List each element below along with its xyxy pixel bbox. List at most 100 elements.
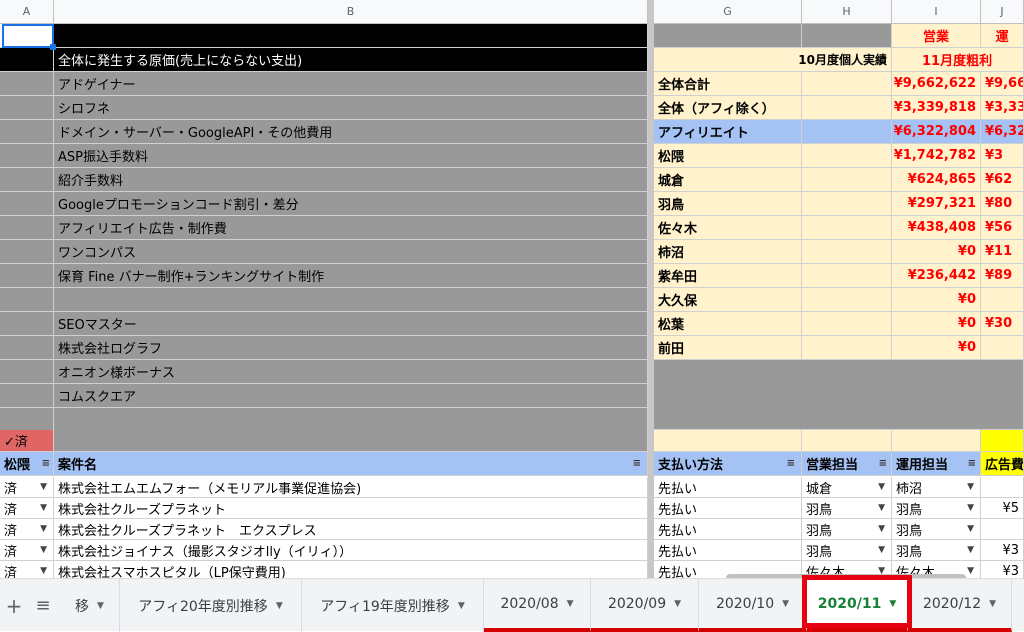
cost-item-cell[interactable]: 全体に発生する原価(売上にならない支出) [54,48,648,72]
status-dropdown[interactable]: 済 ▼ [0,540,54,561]
project-name-cell[interactable]: 株式会社スマホスピタル（LP保守費用) [54,561,648,578]
summary-value[interactable]: ¥0 [892,312,981,336]
chevron-down-icon[interactable]: ▼ [40,566,47,576]
row-cell-a[interactable] [0,48,54,72]
chevron-down-icon[interactable]: ▼ [967,503,974,513]
sheet-tab[interactable]: 2020/12 ▼ [908,579,1012,632]
summary-value[interactable]: ¥624,865 [892,168,981,192]
cost-item-cell[interactable]: オニオン様ボーナス [54,360,648,384]
column-header-a[interactable]: A [0,0,54,24]
status-dropdown[interactable]: 済 ▼ [0,561,54,578]
summary-value[interactable]: ¥1,742,782 [892,144,981,168]
summary-cell[interactable] [802,288,892,312]
operations-header[interactable]: 運 [981,24,1024,48]
this-month-label[interactable]: 11月度粗利 [892,48,1024,72]
row-cell-a[interactable] [0,216,54,240]
header-ad-cost[interactable]: 広告費 [981,452,1024,476]
summary-name[interactable]: アフィリエイト [654,120,802,144]
cost-item-cell[interactable]: シロフネ [54,96,648,120]
row-cell-a[interactable] [0,120,54,144]
chevron-down-icon[interactable]: ▼ [40,503,47,513]
selected-cell[interactable] [2,24,54,48]
summary-value[interactable]: ¥89 [981,264,1024,288]
summary-value[interactable]: ¥3,33 [981,96,1024,120]
column-header-j[interactable]: J [981,0,1024,24]
column-header-g[interactable]: G [654,0,802,24]
summary-value[interactable]: ¥9,662,622 [892,72,981,96]
summary-cell[interactable] [802,192,892,216]
row-cell-a[interactable] [0,384,54,408]
summary-cell[interactable] [802,72,892,96]
row-cell-a[interactable] [0,336,54,360]
filter-icon[interactable]: ≡ [879,458,887,469]
chevron-down-icon[interactable]: ▼ [878,503,885,513]
summary-name[interactable]: 柿沼 [654,240,802,264]
frozen-column-divider[interactable] [648,0,654,578]
row-cell-a[interactable] [0,312,54,336]
summary-value[interactable]: ¥0 [892,240,981,264]
cost-item-cell[interactable]: ASP振込手数料 [54,144,648,168]
summary-value[interactable]: ¥297,321 [892,192,981,216]
filter-icon[interactable]: ≡ [42,458,50,469]
summary-value[interactable]: ¥6,32 [981,120,1024,144]
summary-name[interactable]: 全体合計 [654,72,802,96]
gray-cell[interactable] [802,24,892,48]
payment-method-cell[interactable]: 先払い [654,540,802,561]
payment-method-cell[interactable]: 先払い [654,498,802,519]
cost-item-cell[interactable]: SEOマスター [54,312,648,336]
summary-name[interactable]: 大久保 [654,288,802,312]
sales-header[interactable]: 営業 [892,24,981,48]
row-cell-a[interactable] [0,360,54,384]
summary-value[interactable]: ¥80 [981,192,1024,216]
operations-rep-dropdown[interactable]: 羽鳥 ▼ [892,498,981,519]
payment-method-cell[interactable]: 先払い [654,519,802,540]
summary-cell[interactable] [802,168,892,192]
summary-value[interactable]: ¥0 [892,336,981,360]
ad-cost-cell[interactable]: ¥3 [981,561,1024,578]
chevron-down-icon[interactable]: ▼ [40,482,47,492]
fill-handle[interactable] [50,44,56,50]
chevron-down-icon[interactable]: ▼ [967,524,974,534]
gray-cell[interactable] [54,430,648,452]
project-name-cell[interactable]: 株式会社ジョイナス（撮影スタジオlly（イリィ）） [54,540,648,561]
summary-cell[interactable] [802,312,892,336]
header-payment-method[interactable]: 支払い方法 ≡ [654,452,802,476]
summary-value[interactable]: ¥0 [892,288,981,312]
summary-value[interactable]: ¥9,66 [981,72,1024,96]
cost-item-cell[interactable]: コムスクエア [54,384,648,408]
gray-cell[interactable] [654,360,1024,430]
row-cell-a[interactable] [0,264,54,288]
sales-rep-dropdown[interactable]: 羽鳥 ▼ [802,498,892,519]
filter-icon[interactable]: ≡ [787,458,795,469]
status-dropdown[interactable]: 済 ▼ [0,477,54,498]
cost-item-cell[interactable]: Googleプロモーションコード割引・差分 [54,192,648,216]
gray-cell[interactable] [654,24,802,48]
row-cell-a[interactable] [0,168,54,192]
project-name-cell[interactable]: 株式会社エムエムフォー（メモリアル事業促進協会) [54,477,648,498]
summary-name[interactable]: 前田 [654,336,802,360]
filter-icon[interactable]: ≡ [633,458,641,469]
summary-value[interactable]: ¥438,408 [892,216,981,240]
check-cell[interactable]: ✓済 [0,430,54,452]
chevron-down-icon[interactable]: ▼ [878,524,885,534]
summary-name[interactable]: 佐々木 [654,216,802,240]
column-header-b[interactable]: B [54,0,648,24]
summary-cell[interactable] [802,336,892,360]
project-name-cell[interactable]: 株式会社クルーズプラネット エクスプレス [54,519,648,540]
filter-icon[interactable]: ≡ [968,458,976,469]
summary-value[interactable]: ¥6,322,804 [892,120,981,144]
prev-month-label[interactable]: 10月度個人実績 [654,48,892,72]
column-header-i[interactable]: I [892,0,981,24]
cost-item-cell[interactable] [54,408,648,432]
summary-cell[interactable] [802,144,892,168]
sheet-tab[interactable]: アフィ19年度別推移 ▼ [302,579,484,632]
chevron-down-icon[interactable]: ▼ [967,566,974,576]
row-cell-a[interactable] [0,288,54,312]
summary-value[interactable]: ¥11 [981,240,1024,264]
summary-value[interactable]: ¥30 [981,312,1024,336]
sheet-tab[interactable]: 2020/09 ▼ [591,579,699,632]
cost-item-cell[interactable]: アフィリエイト広告・制作費 [54,216,648,240]
summary-value[interactable] [981,336,1024,360]
chevron-down-icon[interactable]: ▼ [878,482,885,492]
header-project-name[interactable]: 案件名 ≡ [54,452,648,476]
